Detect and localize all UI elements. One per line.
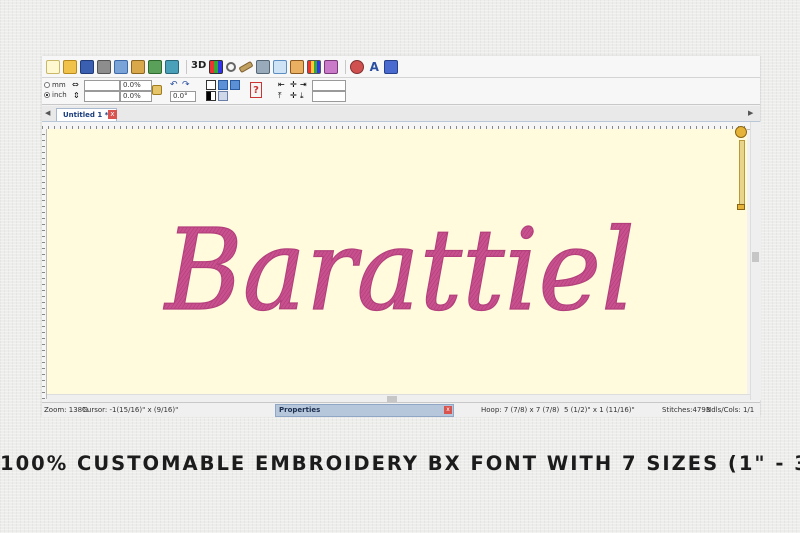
nudge-up-icon[interactable]: ⤒	[278, 91, 288, 101]
new-file-icon[interactable]	[46, 59, 60, 74]
tab-scroll-left-icon[interactable]: ◀	[45, 109, 50, 117]
text-icon[interactable]: A	[367, 60, 381, 74]
nudge-left-icon[interactable]: ⇤	[278, 80, 288, 90]
select-icon[interactable]	[273, 59, 288, 74]
tab-scroll-right-icon[interactable]: ▶	[748, 109, 753, 117]
rotation-input[interactable]: 0.0°	[170, 91, 196, 102]
offset-y-input[interactable]	[312, 91, 346, 102]
width-arrows-icon: ⇔	[72, 80, 79, 89]
scale-y-input[interactable]: 0.0%	[120, 91, 152, 102]
unit-mm-option[interactable]: mm	[44, 81, 66, 89]
properties-close-button[interactable]: x	[444, 406, 452, 414]
toolbar-divider	[186, 59, 187, 74]
status-needles: Ndls/Cols: 1/1	[706, 406, 755, 414]
embroidery-app-window: 3D A mm inch ⇔ ⇕ 0.0% 0.0% ↶ ↷ 0.0° ? ⇤ …	[42, 56, 761, 417]
document-tab-bar: ◀ Untitled 1 * x ▶	[42, 106, 760, 122]
thread-icon[interactable]	[307, 59, 322, 74]
rotate-right-icon[interactable]: ↷	[182, 80, 192, 90]
status-cursor: Cursor: -1(15/16)" x (9/16)"	[82, 406, 179, 414]
paste-icon[interactable]	[131, 59, 145, 74]
stitch-icon[interactable]	[148, 59, 162, 74]
export-icon[interactable]	[384, 59, 399, 74]
rotate-left-icon[interactable]: ↶	[170, 80, 180, 90]
unit-inch-radio[interactable]	[44, 92, 50, 98]
toolbar-divider	[345, 59, 347, 74]
height-input[interactable]	[84, 91, 120, 102]
transform-icon[interactable]	[165, 59, 179, 74]
zoom-icon[interactable]	[226, 61, 237, 72]
scale-x-input[interactable]: 0.0%	[120, 80, 152, 91]
align-icon[interactable]	[206, 80, 216, 90]
properties-label: Properties	[279, 406, 321, 414]
options-toolbar: mm inch ⇔ ⇕ 0.0% 0.0% ↶ ↷ 0.0° ? ⇤ ✛ ⇥ ⤒…	[42, 78, 760, 105]
design-text-barattiel[interactable]: Barattiel	[163, 205, 636, 336]
embroidery-design: Barattiel	[163, 205, 636, 336]
unit-inch-option[interactable]: inch	[44, 91, 67, 99]
nudge-down-icon[interactable]: ⤓	[300, 91, 310, 101]
zoom-slider[interactable]	[735, 126, 747, 216]
center-icon[interactable]	[230, 80, 240, 90]
settings-icon[interactable]	[350, 59, 365, 74]
tab-close-button[interactable]: x	[108, 110, 117, 119]
fill-icon[interactable]	[206, 91, 216, 101]
zoom-handle[interactable]	[737, 204, 745, 210]
status-stitches: Stitches:4793	[662, 406, 711, 414]
status-design-size: 5 (1/2)" x 1 (11/16)"	[564, 406, 635, 414]
vertical-scrollbar[interactable]	[750, 122, 761, 400]
zoom-track[interactable]	[739, 140, 745, 206]
measure-icon[interactable]	[238, 60, 254, 73]
unit-mm-label: mm	[52, 81, 66, 89]
vertical-scroll-thumb[interactable]	[752, 252, 759, 262]
nudge-center-icon[interactable]: ✛	[290, 80, 300, 90]
palette-icon[interactable]	[324, 59, 339, 74]
lock-aspect-icon[interactable]	[152, 85, 162, 95]
unit-mm-radio[interactable]	[44, 82, 50, 88]
unit-inch-label: inch	[52, 91, 67, 99]
status-bar: Zoom: 138% Cursor: -1(15/16)" x (9/16)" …	[42, 402, 760, 417]
offset-x-input[interactable]	[312, 80, 346, 91]
help-icon[interactable]: ?	[250, 82, 262, 98]
save-icon[interactable]	[80, 59, 94, 74]
hoop-icon[interactable]	[290, 59, 305, 74]
color-icon[interactable]	[209, 59, 224, 74]
list-icon[interactable]	[218, 91, 228, 101]
open-folder-icon[interactable]	[63, 59, 77, 74]
nudge-middle-icon[interactable]: ✛	[290, 91, 300, 101]
status-hoop: Hoop: 7 (7/8) x 7 (7/8)	[481, 406, 560, 414]
mirror-icon[interactable]	[218, 80, 228, 90]
pointer-icon[interactable]	[256, 59, 271, 74]
copy-icon[interactable]	[114, 59, 128, 74]
promo-caption: 100% CUSTOMABLE EMBROIDERY BX FONT WITH …	[0, 452, 800, 475]
height-arrows-icon: ⇕	[73, 91, 80, 100]
print-icon[interactable]	[97, 59, 111, 74]
pan-compass-icon[interactable]	[735, 126, 747, 138]
width-input[interactable]	[84, 80, 120, 91]
nudge-right-icon[interactable]: ⇥	[300, 80, 310, 90]
properties-panel-header[interactable]: Properties x	[275, 404, 454, 417]
design-canvas[interactable]: Barattiel	[47, 129, 747, 394]
3d-view-icon[interactable]: 3D	[191, 60, 206, 74]
main-toolbar: 3D A	[42, 56, 760, 78]
